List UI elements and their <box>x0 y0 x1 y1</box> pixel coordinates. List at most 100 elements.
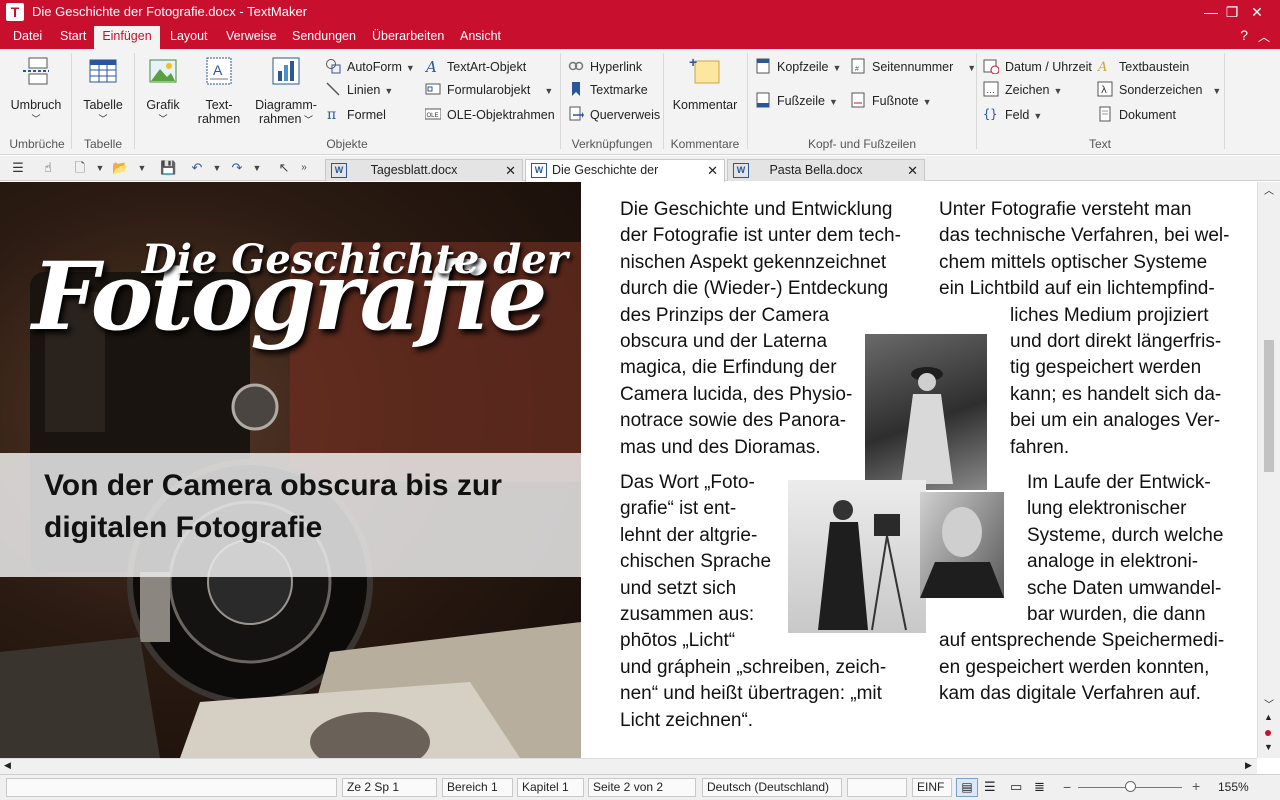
doc-tab-geschichte[interactable]: W Die Geschichte der Fotogr... ✕ <box>525 159 725 198</box>
status-page[interactable]: Seite 2 von 2 <box>588 778 696 797</box>
column-2-paragraph-1a: Unter Fotografie versteht man das technis… <box>939 199 1230 300</box>
feld-button[interactable]: {} Feld ▼ <box>983 105 1042 125</box>
scroll-right-icon[interactable]: ▶ <box>1245 760 1252 771</box>
chart-icon <box>272 57 300 85</box>
close-tab-icon[interactable]: ✕ <box>907 160 918 181</box>
view-outline-icon[interactable]: ☰ <box>984 779 996 795</box>
dokument-button[interactable]: Dokument <box>1097 105 1176 125</box>
fusszeile-button[interactable]: Fußzeile ▼ <box>755 91 838 111</box>
tab-verweise[interactable]: Verweise <box>226 28 277 49</box>
seitennummer-button[interactable]: # Seitennummer ▼ <box>850 57 976 77</box>
pointer-icon[interactable]: ↖ <box>276 160 292 176</box>
chevron-down-icon[interactable]: ▼ <box>249 160 265 176</box>
svg-text:A: A <box>213 62 223 78</box>
chevron-down-icon[interactable]: ▼ <box>134 160 150 176</box>
tabelle-button[interactable]: Tabelle ﹀ <box>80 55 126 126</box>
close-button[interactable]: ✕ <box>1234 0 1280 24</box>
status-blank <box>847 778 907 797</box>
status-language[interactable]: Deutsch (Deutschland) <box>702 778 842 797</box>
column-2-paragraph-1b: liches Medium projiziert und dort direkt … <box>1010 304 1222 458</box>
group-umbrueche-label: Umbrüche <box>9 137 65 151</box>
view-page-icon[interactable]: ▭ <box>1010 779 1022 795</box>
status-bar: Ze 2 Sp 1 Bereich 1 Kapitel 1 Seite 2 vo… <box>0 774 1280 800</box>
group-separator <box>976 53 977 149</box>
chevron-down-icon: ﹀ <box>31 114 41 124</box>
sonderzeichen-button[interactable]: λ Sonderzeichen ▼ <box>1097 80 1221 100</box>
scroll-down-icon[interactable]: ﹀ <box>1264 696 1274 711</box>
status-insert-mode[interactable]: EINF <box>912 778 952 797</box>
umbruch-button[interactable]: Umbruch ﹀ <box>8 55 64 126</box>
svg-text:+: + <box>689 55 697 70</box>
autoform-button[interactable]: AutoForm ▼ <box>325 57 415 77</box>
close-tab-icon[interactable]: ✕ <box>707 160 718 181</box>
kopfzeile-button[interactable]: Kopfzeile ▼ <box>755 57 841 77</box>
new-document-icon[interactable]: 🗋 <box>72 160 88 176</box>
zoom-in-button[interactable]: + <box>1192 778 1200 794</box>
formularobjekt-button[interactable]: Formularobjekt ▼ <box>425 80 553 100</box>
tab-layout[interactable]: Layout <box>170 28 208 49</box>
textart-icon: A <box>425 58 437 74</box>
svg-text:…: … <box>986 85 995 95</box>
textrahmen-label-1: Text- <box>205 98 233 112</box>
kommentar-button[interactable]: + Kommentar <box>669 54 741 112</box>
textart-button[interactable]: A TextArt-Objekt <box>425 57 526 77</box>
doc-tab-pasta-bella[interactable]: W Pasta Bella.docx ✕ <box>727 159 925 181</box>
group-text-label: Text <box>1088 137 1111 151</box>
save-icon[interactable]: 💾 <box>160 160 176 176</box>
zoom-slider-knob[interactable] <box>1125 781 1136 792</box>
help-icon[interactable]: ? <box>1240 27 1248 43</box>
tab-start[interactable]: Start <box>60 28 86 49</box>
vertical-scrollbar[interactable]: ︿ ﹀ ▲ ▼ <box>1257 182 1280 758</box>
column-1-paragraph-2: Das Wort „Foto-grafie“ ist ent-lehnt der… <box>620 472 887 731</box>
ole-objektrahmen-button[interactable]: OLE OLE-Objektrahmen <box>425 105 555 125</box>
fussnote-button[interactable]: Fußnote ▼ <box>850 91 931 111</box>
tab-sendungen[interactable]: Sendungen <box>292 28 356 49</box>
redo-icon[interactable]: ↷ <box>229 160 245 176</box>
browse-object-icon[interactable] <box>1265 730 1271 736</box>
touch-mode-icon[interactable]: ☝ <box>40 160 56 176</box>
zeichen-button[interactable]: … Zeichen ▼ <box>983 80 1062 100</box>
cross-reference-icon <box>569 106 584 121</box>
linien-button[interactable]: Linien ▼ <box>325 80 393 100</box>
zoom-out-button[interactable]: − <box>1063 779 1071 795</box>
textrahmen-button[interactable]: A Text- rahmen <box>194 55 244 126</box>
open-folder-icon[interactable]: 📂 <box>112 160 128 176</box>
group-objekte-label: Objekte <box>326 137 368 151</box>
view-master-icon[interactable]: ≣ <box>1034 779 1045 795</box>
menu-bar: Datei Start Layout Verweise Sendungen Üb… <box>0 24 1280 49</box>
zoom-level[interactable]: 155% <box>1218 780 1249 794</box>
vertical-scroll-thumb[interactable] <box>1264 340 1274 472</box>
document-canvas[interactable]: Fotografie Die Geschichte der Von der Ca… <box>0 182 1257 758</box>
tab-ansicht[interactable]: Ansicht <box>460 28 501 49</box>
doc-tab-tagesblatt[interactable]: W Tagesblatt.docx ✕ <box>325 159 523 181</box>
querverweis-button[interactable]: Querverweis <box>568 105 660 125</box>
diagrammrahmen-button[interactable]: Diagramm- rahmen ﹀ <box>253 55 319 127</box>
hyperlink-button[interactable]: Hyperlink <box>568 57 642 77</box>
grafik-button[interactable]: Grafik ﹀ <box>140 55 186 126</box>
tab-einfuegen[interactable]: Einfügen <box>94 26 160 49</box>
undo-icon[interactable]: ↶ <box>189 160 205 176</box>
formel-button[interactable]: π Formel <box>325 105 386 125</box>
next-page-icon[interactable]: ▼ <box>1264 742 1273 752</box>
link-icon <box>568 61 584 71</box>
menu-icon[interactable]: ☰ <box>10 160 26 176</box>
horizontal-scrollbar[interactable]: ◀ ▶ <box>0 758 1257 774</box>
chevron-down-icon[interactable]: ▼ <box>209 160 225 176</box>
textmaker-app-icon[interactable]: T <box>6 3 24 21</box>
datum-uhrzeit-button[interactable]: Datum / Uhrzeit <box>983 57 1092 77</box>
scroll-left-icon[interactable]: ◀ <box>4 760 11 771</box>
view-normal-icon[interactable]: ▤ <box>956 778 978 797</box>
footnote-icon <box>851 92 865 108</box>
previous-page-icon[interactable]: ▲ <box>1264 712 1273 722</box>
chevron-down-icon[interactable]: ▼ <box>92 160 108 176</box>
ribbon-collapse-icon[interactable]: ︿ <box>1258 28 1270 45</box>
close-tab-icon[interactable]: ✕ <box>505 160 516 181</box>
header-icon <box>756 58 770 74</box>
textmarke-button[interactable]: Textmarke <box>568 80 648 100</box>
scroll-up-icon[interactable]: ︿ <box>1264 182 1274 197</box>
lambda-icon: λ <box>1097 81 1113 97</box>
tab-ueberarbeiten[interactable]: Überarbeiten <box>372 28 444 49</box>
textbaustein-button[interactable]: A Textbaustein <box>1097 57 1189 77</box>
tab-datei[interactable]: Datei <box>13 28 42 49</box>
more-icon[interactable]: » <box>296 160 312 176</box>
